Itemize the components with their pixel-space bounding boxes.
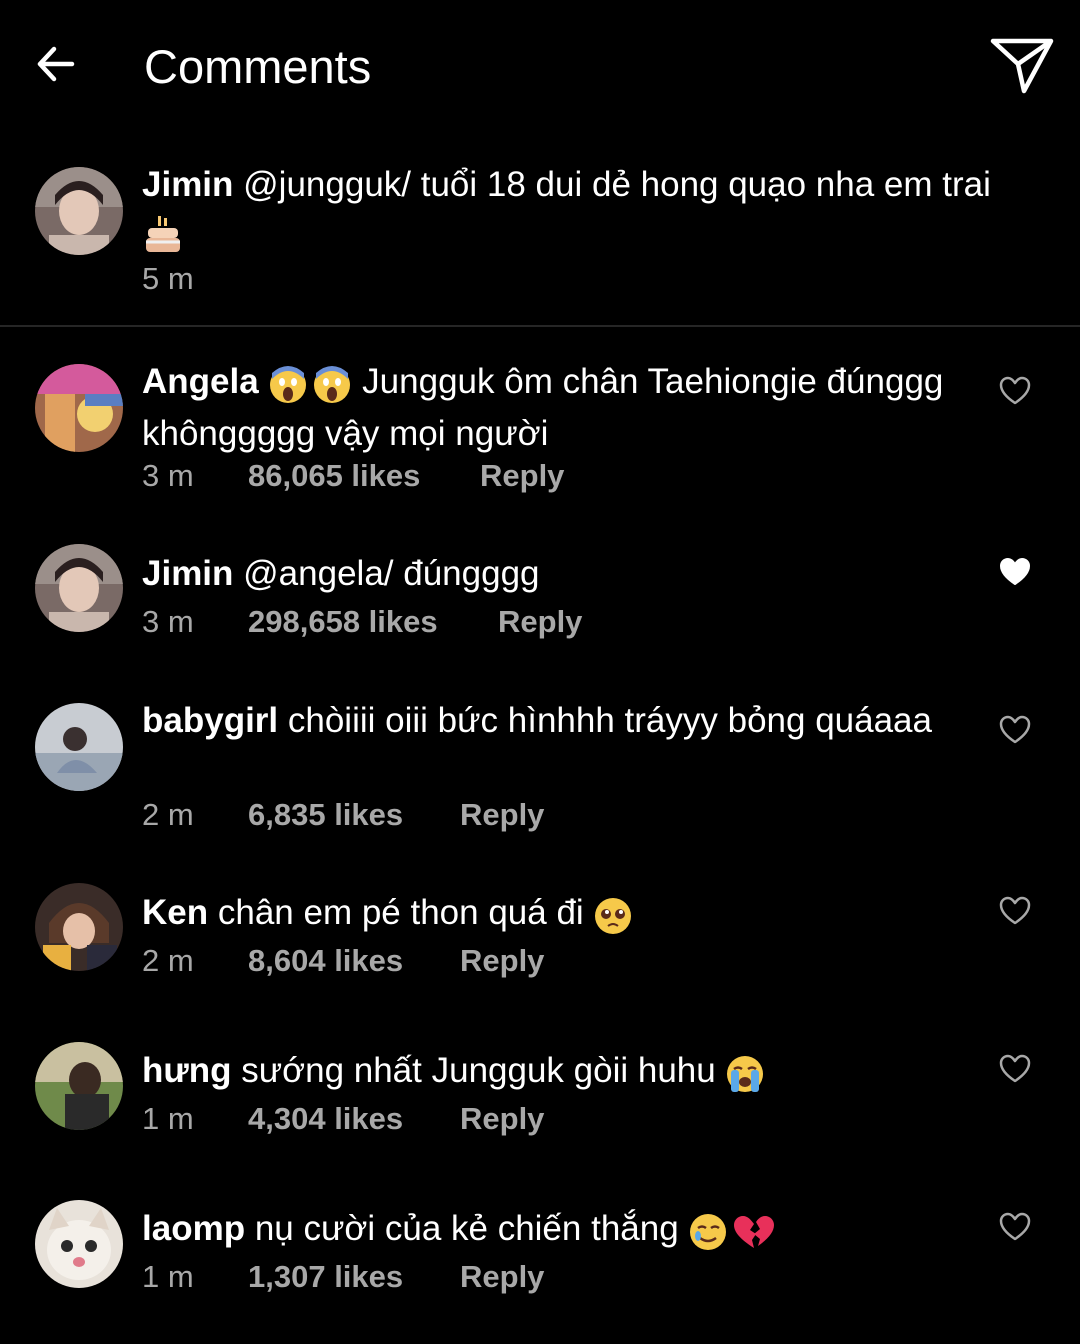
likes-count[interactable]: 298,658 likes — [248, 602, 438, 642]
username[interactable]: Angela — [142, 362, 259, 401]
avatar[interactable] — [35, 1042, 123, 1130]
comment-body: Jimin @angela/ đúngggg — [142, 551, 982, 597]
like-button[interactable] — [994, 1050, 1036, 1092]
caption-text: Jimin @jungguk/ tuổi 18 dui dẻ hong quạo… — [142, 162, 1032, 260]
heart-outline-icon — [999, 1054, 1031, 1089]
timestamp: 3 m — [142, 604, 194, 639]
back-button[interactable] — [26, 36, 86, 96]
comment-text: @jungguk/ tuổi 18 dui dẻ hong quạo nha e… — [243, 165, 991, 204]
comment-text: chòiiii oiii bức hìnhhh tráyyy bỏng quáa… — [287, 701, 932, 740]
reply-button[interactable]: Reply — [460, 795, 544, 835]
comment-body: laomp nụ cười của kẻ chiến thắng — [142, 1206, 982, 1258]
comment-text: chân em pé thon quá đi — [217, 893, 584, 932]
like-button[interactable] — [994, 1208, 1036, 1250]
like-button[interactable] — [994, 553, 1036, 595]
send-button[interactable] — [984, 32, 1060, 104]
timestamp: 1 m — [142, 1101, 194, 1136]
avatar[interactable] — [35, 167, 123, 255]
username[interactable]: Jimin — [142, 554, 233, 593]
comment-text: nụ cười của kẻ chiến thắng — [254, 1209, 679, 1248]
username[interactable]: laomp — [142, 1209, 245, 1248]
arrow-left-icon — [32, 40, 80, 93]
screaming-face-icon — [268, 365, 352, 411]
page-title: Comments — [144, 40, 372, 93]
username[interactable]: hưng — [142, 1051, 231, 1090]
crying-face-icon — [725, 1054, 765, 1100]
likes-count[interactable]: 86,065 likes — [248, 456, 420, 496]
reply-button[interactable]: Reply — [460, 1099, 544, 1139]
smile-tear-broken-heart-icon — [688, 1212, 776, 1258]
cake-icon — [142, 214, 182, 260]
comment-body: babygirl chòiiii oiii bức hìnhhh tráyyy … — [142, 698, 982, 744]
pleading-face-icon — [593, 896, 633, 942]
timestamp: 1 m — [142, 1259, 194, 1294]
header-bar: Comments — [0, 0, 1080, 135]
comment-text: sướng nhất Jungguk gòii huhu — [241, 1051, 716, 1090]
comment-text: @angela/ đúngggg — [243, 554, 540, 593]
avatar[interactable] — [35, 364, 123, 452]
divider — [0, 325, 1080, 327]
like-button[interactable] — [994, 372, 1036, 414]
avatar[interactable] — [35, 703, 123, 791]
username[interactable]: babygirl — [142, 701, 278, 740]
avatar[interactable] — [35, 883, 123, 971]
like-button[interactable] — [994, 711, 1036, 753]
like-button[interactable] — [994, 892, 1036, 934]
reply-button[interactable]: Reply — [460, 941, 544, 981]
timestamp: 3 m — [142, 458, 194, 493]
reply-button[interactable]: Reply — [498, 602, 582, 642]
likes-count[interactable]: 4,304 likes — [248, 1099, 403, 1139]
heart-outline-icon — [999, 715, 1031, 750]
likes-count[interactable]: 6,835 likes — [248, 795, 403, 835]
heart-filled-icon — [999, 557, 1031, 592]
username[interactable]: Jimin — [142, 165, 233, 204]
username[interactable]: Ken — [142, 893, 208, 932]
timestamp: 5 m — [142, 261, 194, 296]
heart-outline-icon — [999, 896, 1031, 931]
comment-body: Ken chân em pé thon quá đi — [142, 890, 982, 942]
heart-outline-icon — [999, 376, 1031, 411]
avatar[interactable] — [35, 544, 123, 632]
timestamp: 2 m — [142, 943, 194, 978]
comment-body: Angela Jungguk ôm chân Taehiongie đúnggg… — [142, 359, 982, 457]
comment-text: Jungguk ôm chân Taehiongie đúnggg khôngg… — [142, 362, 944, 453]
likes-count[interactable]: 8,604 likes — [248, 941, 403, 981]
comment-body: hưng sướng nhất Jungguk gòii huhu — [142, 1048, 982, 1100]
avatar[interactable] — [35, 1200, 123, 1288]
reply-button[interactable]: Reply — [460, 1257, 544, 1297]
timestamp: 2 m — [142, 797, 194, 832]
paper-plane-icon — [989, 36, 1055, 101]
likes-count[interactable]: 1,307 likes — [248, 1257, 403, 1297]
reply-button[interactable]: Reply — [480, 456, 564, 496]
heart-outline-icon — [999, 1212, 1031, 1247]
